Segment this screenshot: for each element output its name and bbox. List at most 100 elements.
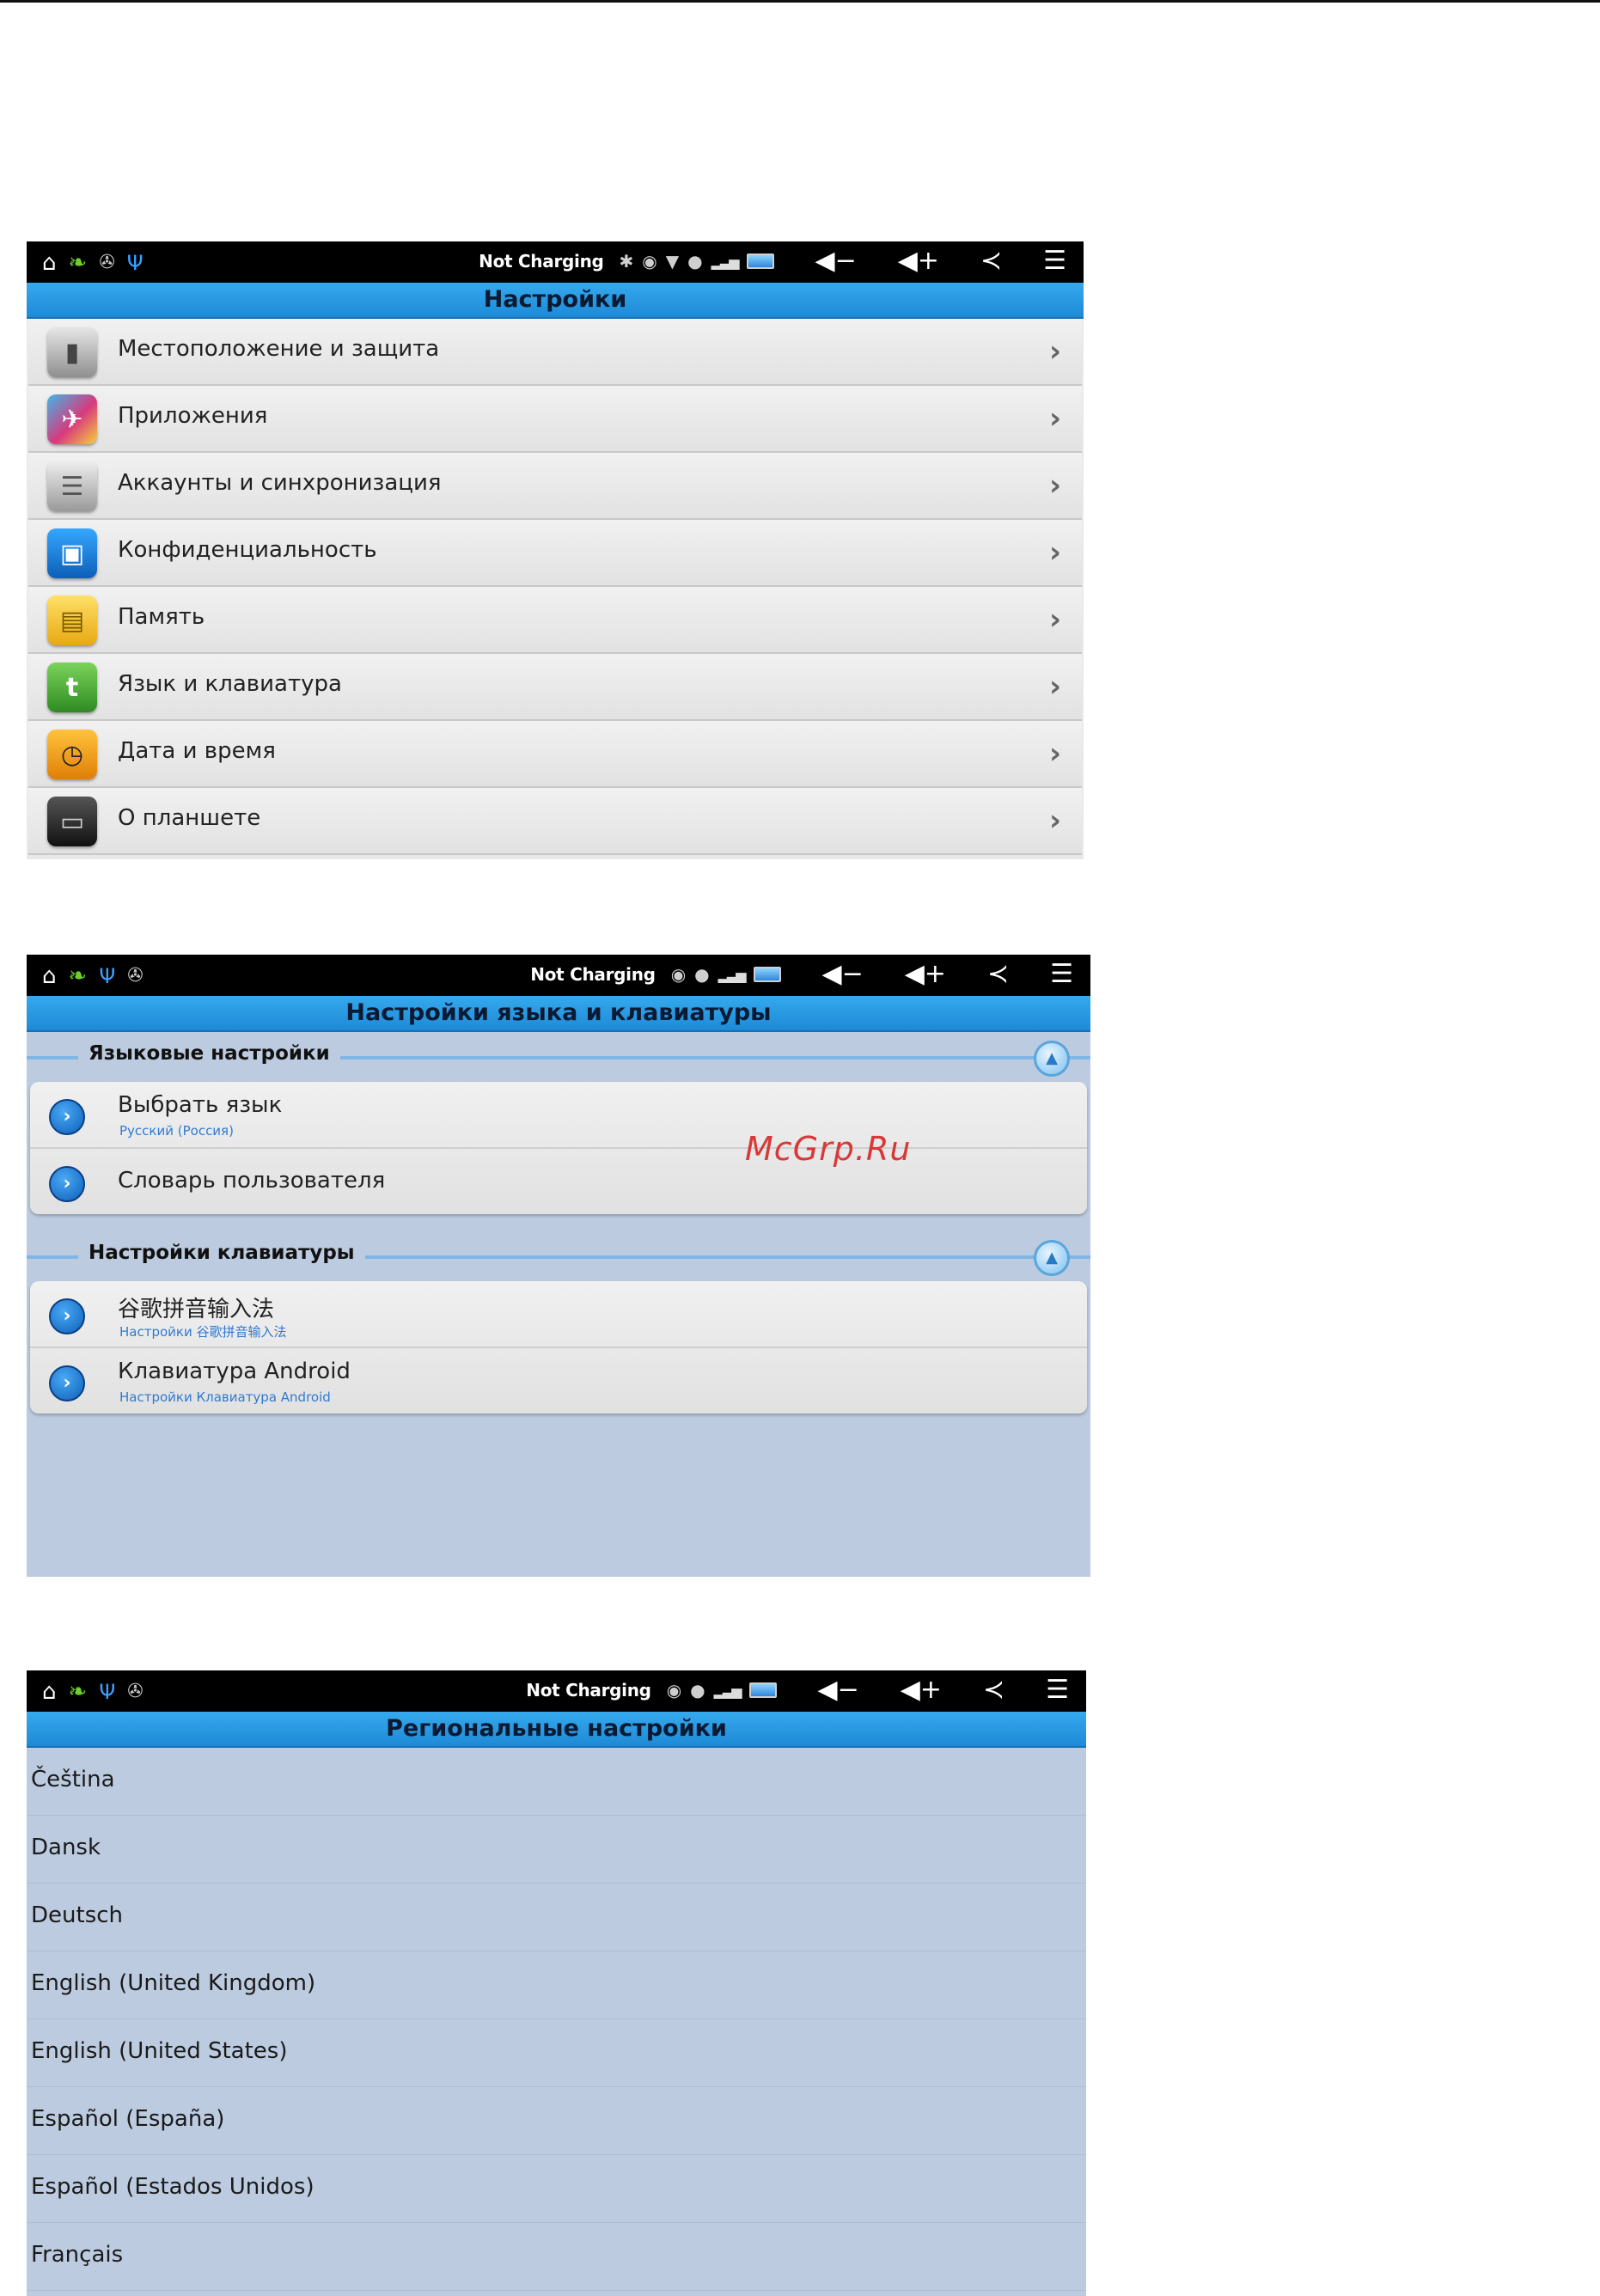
volume-up-icon[interactable]: ◀+	[901, 1676, 942, 1705]
android-icon: ✇	[127, 1681, 144, 1702]
page-title: Настройки языка и клавиатуры	[27, 996, 1090, 1032]
android-keyboard-item[interactable]: › Клавиатура Android Настройки Клавиатур…	[30, 1348, 1087, 1414]
collapse-icon[interactable]: ▲	[1034, 1240, 1070, 1276]
volume-down-icon[interactable]: ◀−	[818, 1676, 859, 1705]
leaf-icon: ❧	[68, 963, 88, 989]
alarm-icon: ◉	[666, 1680, 682, 1701]
chevron-right-icon: ›	[1048, 468, 1061, 503]
locale-label: English (United States)	[31, 2038, 288, 2064]
keyboard-settings-card: › 谷歌拼音输入法 Настройки 谷歌拼音输入法 › Клавиатура…	[30, 1281, 1087, 1414]
chevron-right-icon: ›	[1048, 736, 1061, 771]
chevron-right-icon: ›	[1048, 669, 1061, 704]
battery-icon	[746, 253, 774, 269]
status-right-icons: Not Charging ✱ ◉ ▼ ● ▂▃▅ ◀− ◀+ ≺ ☰	[479, 247, 1066, 276]
locale-label: Dansk	[31, 1835, 101, 1860]
locale-item[interactable]: Dansk	[27, 1816, 1086, 1884]
watermark: McGrp.Ru	[745, 1130, 912, 1168]
regional-settings-screen: ⌂ ❧ Ψ ✇ Not Charging ◉ ● ▂▃▅ ◀− ◀+ ≺ ☰ Р…	[27, 1670, 1086, 2296]
item-sublabel: Настройки 谷歌拼音输入法	[119, 1324, 287, 1340]
locale-label: Čeština	[31, 1767, 115, 1792]
locale-label: Español (España)	[31, 2106, 225, 2132]
locale-label: English (United Kingdom)	[31, 1970, 316, 1996]
settings-item-memory[interactable]: ▤ Память ›	[28, 587, 1082, 654]
language-settings-card: › Выбрать язык Русский (Россия) › Словар…	[30, 1082, 1087, 1214]
signal-icon: ▂▃▅	[711, 253, 740, 270]
settings-item-privacy[interactable]: ▣ Конфиденциальность ›	[28, 520, 1082, 587]
settings-item-label: Конфиденциальность	[118, 537, 377, 563]
user-dictionary-item[interactable]: › Словарь пользователя	[30, 1149, 1087, 1214]
chevron-right-icon: ›	[49, 1365, 85, 1401]
notification-icon: ●	[694, 964, 710, 985]
accounts-icon: ☰	[47, 461, 97, 511]
locale-list: Čeština Dansk Deutsch English (United Ki…	[27, 1748, 1086, 2291]
settings-item-label: Дата и время	[118, 738, 276, 764]
locale-item[interactable]: English (United Kingdom)	[27, 1951, 1086, 2019]
settings-item-location-security[interactable]: ▮ Местоположение и защита ›	[28, 319, 1082, 386]
usb-icon: Ψ	[99, 964, 116, 988]
item-label: Словарь пользователя	[118, 1168, 386, 1194]
select-language-item[interactable]: › Выбрать язык Русский (Россия)	[30, 1082, 1087, 1149]
settings-item-date-time[interactable]: ◷ Дата и время ›	[28, 721, 1082, 788]
privacy-icon: ▣	[47, 528, 97, 578]
volume-down-icon[interactable]: ◀−	[815, 247, 857, 276]
menu-icon[interactable]: ☰	[1043, 247, 1066, 276]
volume-up-icon[interactable]: ◀+	[898, 247, 939, 276]
chevron-right-icon: ›	[1048, 334, 1061, 369]
locale-label: Español (Estados Unidos)	[31, 2174, 315, 2200]
settings-item-applications[interactable]: ✈ Приложения ›	[28, 386, 1082, 453]
home-icon[interactable]: ⌂	[42, 962, 57, 991]
locale-item[interactable]: Español (España)	[27, 2087, 1086, 2155]
item-sublabel: Настройки Клавиатура Android	[119, 1389, 331, 1405]
google-pinyin-ime-item[interactable]: › 谷歌拼音输入法 Настройки 谷歌拼音输入法	[30, 1281, 1087, 1348]
locale-label: Français	[31, 2242, 124, 2268]
language-icon: t	[47, 663, 97, 712]
settings-item-label: Приложения	[118, 403, 268, 429]
settings-item-label: Местоположение и защита	[118, 336, 440, 362]
back-icon[interactable]: ≺	[987, 960, 1009, 989]
status-right-icons: Not Charging ◉ ● ▂▃▅ ◀− ◀+ ≺ ☰	[530, 960, 1073, 989]
leaf-icon: ❧	[68, 1679, 88, 1705]
chevron-right-icon: ›	[1048, 401, 1061, 436]
volume-up-icon[interactable]: ◀+	[905, 960, 946, 989]
volume-down-icon[interactable]: ◀−	[822, 960, 864, 989]
section-title: Настройки клавиатуры	[78, 1242, 365, 1264]
home-icon[interactable]: ⌂	[42, 248, 57, 278]
alarm-icon: ◉	[642, 251, 657, 272]
home-icon[interactable]: ⌂	[42, 1677, 57, 1707]
back-icon[interactable]: ≺	[980, 247, 1002, 276]
locale-label: Deutsch	[31, 1902, 124, 1928]
item-label: Выбрать язык	[118, 1092, 283, 1118]
menu-icon[interactable]: ☰	[1050, 960, 1073, 989]
status-bar: ⌂ ❧ Ψ ✇ Not Charging ◉ ● ▂▃▅ ◀− ◀+ ≺ ☰	[27, 955, 1090, 996]
bluetooth-icon: ✱	[619, 251, 634, 272]
back-icon[interactable]: ≺	[983, 1676, 1005, 1705]
notification-icon: ●	[690, 1680, 705, 1701]
menu-icon[interactable]: ☰	[1046, 1676, 1069, 1705]
page-title: Региональные настройки	[27, 1712, 1086, 1748]
settings-item-language-keyboard[interactable]: t Язык и клавиатура ›	[28, 654, 1082, 721]
status-bar: ⌂ ❧ Ψ ✇ Not Charging ◉ ● ▂▃▅ ◀− ◀+ ≺ ☰	[27, 1670, 1086, 1712]
security-icon: ▮	[47, 327, 97, 377]
memory-icon: ▤	[47, 595, 97, 645]
chevron-right-icon: ›	[1048, 803, 1061, 838]
locale-item[interactable]: Español (Estados Unidos)	[27, 2155, 1086, 2223]
locale-item[interactable]: Français	[27, 2223, 1086, 2291]
item-sublabel: Русский (Россия)	[119, 1123, 234, 1139]
page-top-rule	[0, 0, 1600, 3]
item-label: Клавиатура Android	[118, 1359, 351, 1384]
notification-icon: ●	[687, 251, 703, 272]
settings-screen: ⌂ ❧ ✇ Ψ Not Charging ✱ ◉ ▼ ● ▂▃▅ ◀− ◀+ ≺…	[27, 241, 1084, 859]
settings-item-accounts-sync[interactable]: ☰ Аккаунты и синхронизация ›	[28, 453, 1082, 520]
chevron-right-icon: ›	[49, 1298, 85, 1334]
settings-item-about-tablet[interactable]: ▭ О планшете ›	[28, 788, 1082, 855]
locale-item[interactable]: English (United States)	[27, 2019, 1086, 2087]
section-title: Языковые настройки	[78, 1042, 340, 1065]
locale-item[interactable]: Čeština	[27, 1748, 1086, 1816]
status-left-icons: ⌂ ❧ Ψ ✇	[42, 1677, 144, 1707]
locale-item[interactable]: Deutsch	[27, 1884, 1086, 1951]
settings-item-label: Аккаунты и синхронизация	[118, 470, 442, 496]
page-title: Настройки	[27, 283, 1084, 319]
android-icon: ✇	[99, 252, 115, 273]
charging-status: Not Charging	[526, 1680, 651, 1701]
collapse-icon[interactable]: ▲	[1034, 1041, 1070, 1077]
